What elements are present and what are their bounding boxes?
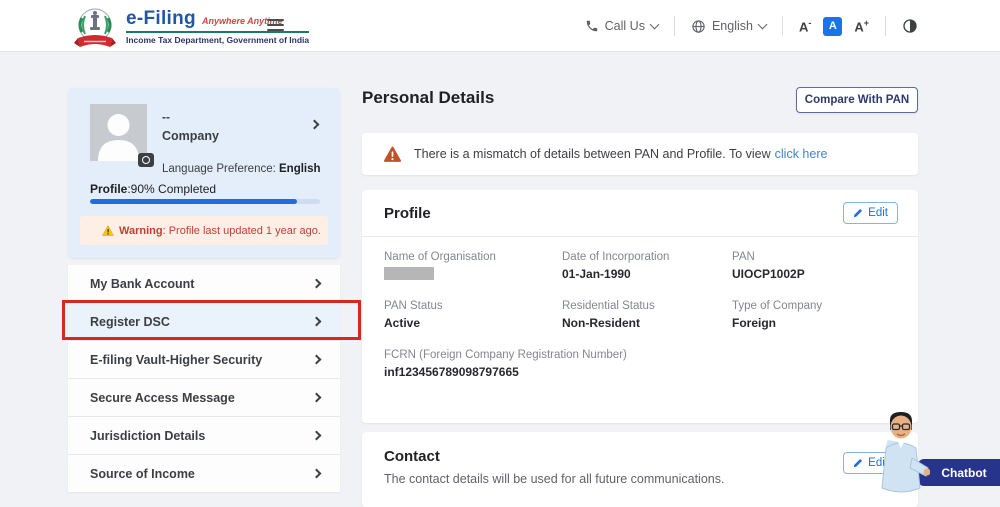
contact-card-title: Contact [384,448,440,465]
profile-org-type: Company [162,129,219,143]
font-normal-button[interactable]: A [823,16,843,36]
profile-summary-card: -- Company Language Preference: English … [68,88,340,258]
compare-with-pan-button[interactable]: Compare With PAN [796,87,918,113]
divider [781,16,783,36]
chatbot-button[interactable]: Chatbot [918,459,1000,486]
profile-progress-bar [90,199,320,204]
chevron-right-icon [311,354,322,365]
contrast-toggle-icon[interactable] [902,18,918,34]
font-decrease-button[interactable]: A- [799,18,811,34]
pencil-icon [853,458,863,468]
divider [885,16,886,36]
field-pan: PAN UIOCP1002P [732,251,805,281]
chevron-right-icon [311,392,322,403]
profile-edit-button[interactable]: Edit [843,202,898,224]
hamburger-menu-icon[interactable] [267,19,284,34]
mismatch-alert: There is a mismatch of details between P… [362,133,918,175]
profile-progress-fill [90,199,297,204]
chevron-right-icon [311,278,322,289]
redacted-value [384,267,434,280]
field-name-of-organisation: Name of Organisation [384,251,562,281]
avatar [90,104,147,161]
govt-emblem-icon [72,5,118,51]
profile-progress-text: Profile:90% Completed [90,182,217,196]
page-title: Personal Details [362,88,495,107]
sidebar-item-secure-access-message[interactable]: Secure Access Message [68,379,340,416]
sidebar-item-register-dsc[interactable]: Register DSC [68,303,340,340]
sidebar-item-efiling-vault[interactable]: E-filing Vault-Higher Security [68,341,340,378]
warning-triangle-icon [102,225,114,236]
profile-chevron-right-icon[interactable] [309,115,320,133]
contact-card: Contact The contact details will be used… [362,432,918,507]
field-residential-status: Residential Status Non-Resident [562,300,655,330]
phone-icon [585,19,599,33]
language-preference: Language Preference: English [162,163,321,175]
top-header: e-Filing Anywhere Anytime Income Tax Dep… [0,0,1000,52]
language-preference-value: English [279,163,321,175]
profile-card-title: Profile [384,204,431,222]
field-date-of-incorporation: Date of Incorporation 01-Jan-1990 [562,251,670,281]
chevron-right-icon [311,316,322,327]
contact-card-subtitle: The contact details will be used for all… [384,472,725,486]
click-here-link[interactable]: click here [775,147,828,161]
sidebar-item-jurisdiction-details[interactable]: Jurisdiction Details [68,417,340,454]
divider [673,16,675,36]
chevron-right-icon [311,468,322,479]
alert-warning-icon [383,146,402,163]
profile-details-card: Profile Edit Name of Organisation Date o… [362,190,918,423]
camera-icon[interactable] [138,153,154,167]
profile-name: -- [162,110,170,124]
pencil-icon [853,208,863,218]
field-pan-status: PAN Status Active [384,300,443,330]
alert-text: There is a mismatch of details between P… [414,147,828,161]
sidebar-item-my-bank-account[interactable]: My Bank Account [68,265,340,302]
chevron-down-icon [649,19,660,29]
language-dropdown[interactable]: English [691,19,768,34]
font-size-controls: A- A A+ [799,16,869,36]
chevron-right-icon [311,430,322,441]
sidebar-menu: My Bank Account Register DSC E-filing Va… [68,265,340,493]
globe-icon [691,19,706,34]
warning-text: : Profile last updated 1 year ago. [162,224,321,237]
font-increase-button[interactable]: A+ [854,18,869,34]
brand-title: e-Filing [126,8,196,29]
call-us-label: Call Us [604,19,645,33]
call-us-dropdown[interactable]: Call Us [585,19,660,33]
header-controls: Call Us English A- A A+ [585,0,918,52]
language-label: English [711,19,753,33]
profile-warning-banner: Warning : Profile last updated 1 year ag… [80,216,328,245]
field-type-of-company: Type of Company Foreign [732,300,823,330]
warning-label: Warning [119,224,163,237]
field-fcrn: FCRN (Foreign Company Registration Numbe… [384,349,627,379]
sidebar-item-source-of-income[interactable]: Source of Income [68,455,340,492]
contact-edit-button[interactable]: Edit [843,452,898,474]
chevron-down-icon [757,19,768,29]
